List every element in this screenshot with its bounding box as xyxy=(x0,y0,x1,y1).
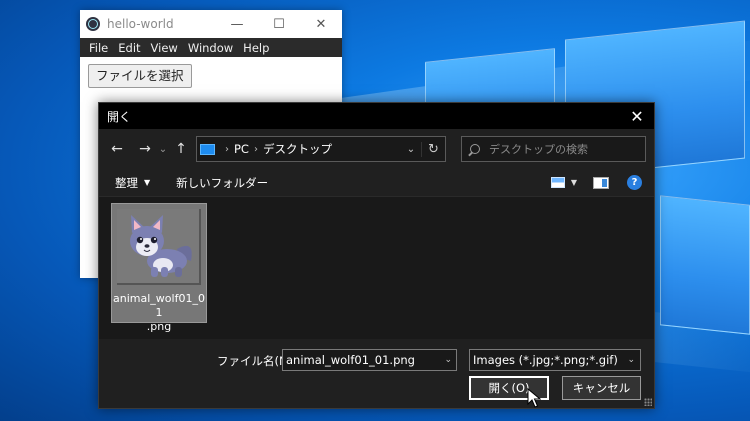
address-history-chevron-icon[interactable]: ⌄ xyxy=(401,144,421,155)
maximize-icon[interactable]: ☐ xyxy=(258,10,300,38)
file-thumbnail xyxy=(117,209,201,285)
address-bar[interactable]: › PC › デスクトップ ⌄ ↻ xyxy=(196,136,446,162)
filetype-dropdown-chevron-icon[interactable]: ⌄ xyxy=(627,350,635,370)
breadcrumb-desktop[interactable]: デスクトップ xyxy=(263,141,332,157)
dialog-footer: ファイル名(N): animal_wolf01_01.png ⌄ Images … xyxy=(99,339,654,408)
file-name-line2: .png xyxy=(146,320,172,333)
breadcrumb-separator-icon[interactable]: › xyxy=(254,144,258,155)
pc-monitor-icon xyxy=(200,143,215,155)
close-icon[interactable]: ✕ xyxy=(300,10,342,38)
menu-help[interactable]: Help xyxy=(238,41,274,55)
mouse-cursor-icon xyxy=(527,388,541,408)
dialog-titlebar[interactable]: 開く ✕ xyxy=(99,103,654,129)
app-menubar: File Edit View Window Help xyxy=(80,38,342,57)
back-arrow-icon[interactable]: ← xyxy=(106,141,128,157)
new-folder-button[interactable]: 新しいフォルダー xyxy=(176,175,268,191)
filename-value: animal_wolf01_01.png xyxy=(286,353,415,367)
breadcrumb-pc[interactable]: PC xyxy=(234,142,249,156)
caret-down-icon: ▼ xyxy=(144,178,151,187)
cancel-button[interactable]: キャンセル xyxy=(562,376,641,400)
search-placeholder: デスクトップの検索 xyxy=(489,143,588,156)
app-titlebar[interactable]: hello-world — ☐ ✕ xyxy=(80,10,342,38)
search-input[interactable]: デスクトップの検索 xyxy=(461,136,646,162)
search-icon xyxy=(470,144,480,154)
window-controls: — ☐ ✕ xyxy=(216,10,342,38)
file-name: animal_wolf01_01 .png xyxy=(112,292,206,334)
filetype-select[interactable]: Images (*.jpg;*.png;*.gif) ⌄ xyxy=(469,349,641,371)
file-name-line1: animal_wolf01_01 xyxy=(113,292,205,319)
windows-logo-pane xyxy=(660,195,750,335)
filename-dropdown-chevron-icon[interactable]: ⌄ xyxy=(444,350,452,370)
preview-pane-icon[interactable] xyxy=(593,176,609,189)
select-file-button[interactable]: ファイルを選択 xyxy=(88,64,192,88)
menu-view[interactable]: View xyxy=(146,41,183,55)
dialog-title: 開く xyxy=(107,109,132,124)
change-view-icon[interactable] xyxy=(550,177,565,188)
dialog-close-icon[interactable]: ✕ xyxy=(620,103,654,129)
app-title: hello-world xyxy=(107,17,174,31)
dialog-toolbar: 整理 ▼ 新しいフォルダー ▼ ? xyxy=(99,169,654,197)
recent-locations-chevron-icon[interactable]: ⌄ xyxy=(156,144,170,155)
breadcrumb-separator-icon[interactable]: › xyxy=(225,144,229,155)
resize-grip-icon[interactable] xyxy=(644,398,652,406)
filetype-value: Images (*.jpg;*.png;*.gif) xyxy=(473,353,618,367)
menu-window[interactable]: Window xyxy=(183,41,238,55)
help-icon[interactable]: ? xyxy=(627,175,642,190)
wolf-image-icon xyxy=(130,215,192,277)
forward-arrow-icon[interactable]: → xyxy=(134,141,156,157)
menu-file[interactable]: File xyxy=(84,41,113,55)
electron-app-icon xyxy=(86,17,100,31)
view-options-caret-icon[interactable]: ▼ xyxy=(571,178,577,187)
menu-edit[interactable]: Edit xyxy=(113,41,145,55)
open-file-dialog: 開く ✕ ← → ⌄ ↑ › PC › デスクトップ ⌄ ↻ デスクトップの検索… xyxy=(98,102,655,409)
organize-button[interactable]: 整理 ▼ xyxy=(115,175,150,191)
filename-input[interactable]: animal_wolf01_01.png ⌄ xyxy=(282,349,457,371)
refresh-icon[interactable]: ↻ xyxy=(421,141,445,157)
file-item[interactable]: animal_wolf01_01 .png xyxy=(111,203,207,333)
organize-label: 整理 xyxy=(115,175,138,190)
up-arrow-icon[interactable]: ↑ xyxy=(170,141,192,157)
navigation-bar: ← → ⌄ ↑ › PC › デスクトップ ⌄ ↻ デスクトップの検索 xyxy=(99,129,654,169)
file-list-area[interactable]: animal_wolf01_01 .png xyxy=(99,197,654,339)
toolbar-right: ▼ ? xyxy=(550,175,654,190)
minimize-icon[interactable]: — xyxy=(216,10,258,38)
